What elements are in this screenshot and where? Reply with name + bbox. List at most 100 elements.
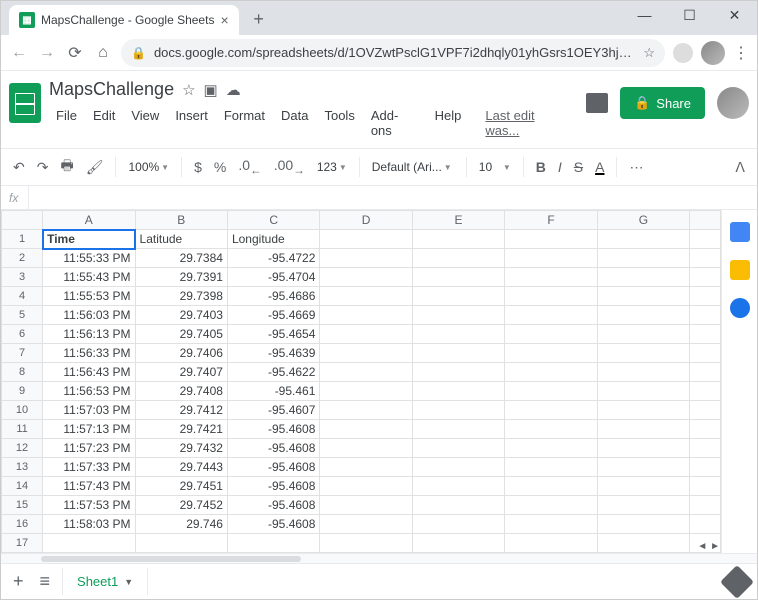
cell-empty[interactable] <box>505 420 597 439</box>
row-header-13[interactable]: 13 <box>2 458 43 477</box>
undo-button[interactable]: ↶ <box>9 155 29 180</box>
cell-empty[interactable] <box>412 496 504 515</box>
cell-C11[interactable]: -95.4608 <box>227 420 319 439</box>
cell-C9[interactable]: -95.461 <box>227 382 319 401</box>
new-tab-button[interactable]: + <box>245 5 273 33</box>
cell-empty[interactable] <box>690 230 721 249</box>
cell-empty[interactable] <box>320 420 412 439</box>
font-size-dropdown[interactable]: 10▼ <box>475 158 515 176</box>
add-sheet-button[interactable]: + <box>9 567 28 596</box>
cell-empty[interactable] <box>690 420 721 439</box>
forward-button[interactable]: → <box>37 44 57 62</box>
cell-empty[interactable] <box>320 439 412 458</box>
cell-empty[interactable] <box>412 325 504 344</box>
menu-addons[interactable]: Add-ons <box>364 104 426 142</box>
sheet-tab-sheet1[interactable]: Sheet1 ▼ <box>62 568 148 595</box>
row-header-1[interactable]: 1 <box>2 230 43 249</box>
cell-empty[interactable] <box>597 249 689 268</box>
cloud-status-icon[interactable]: ☁ <box>226 81 241 99</box>
menu-view[interactable]: View <box>124 104 166 142</box>
cell-C13[interactable]: -95.4608 <box>227 458 319 477</box>
cell-empty[interactable] <box>597 287 689 306</box>
extension-icon[interactable] <box>673 43 693 63</box>
cell-C14[interactable]: -95.4608 <box>227 477 319 496</box>
cell-empty[interactable] <box>597 306 689 325</box>
cell-C1[interactable]: Longitude <box>227 230 319 249</box>
cell-A11[interactable]: 11:57:13 PM <box>43 420 135 439</box>
cell-empty[interactable] <box>320 534 412 553</box>
last-edit-link[interactable]: Last edit was... <box>478 104 578 142</box>
window-close-button[interactable]: ✕ <box>712 1 757 29</box>
column-header-F[interactable]: F <box>505 211 597 230</box>
print-button[interactable]: 🖶 <box>56 151 77 183</box>
menu-format[interactable]: Format <box>217 104 272 142</box>
row-header-12[interactable]: 12 <box>2 439 43 458</box>
row-header-16[interactable]: 16 <box>2 515 43 534</box>
cell-empty[interactable] <box>505 249 597 268</box>
cell-empty[interactable] <box>320 268 412 287</box>
cell-empty[interactable] <box>412 534 504 553</box>
cell-empty[interactable] <box>597 230 689 249</box>
cell-empty[interactable] <box>597 382 689 401</box>
keep-sidepanel-icon[interactable] <box>730 260 750 280</box>
row-header-7[interactable]: 7 <box>2 344 43 363</box>
collapse-toolbar-button[interactable]: ᐱ <box>731 155 749 180</box>
cell-empty[interactable] <box>320 287 412 306</box>
cell-empty[interactable] <box>690 325 721 344</box>
all-sheets-button[interactable]: ≡ <box>36 567 55 596</box>
cell-C10[interactable]: -95.4607 <box>227 401 319 420</box>
cell-empty[interactable] <box>505 306 597 325</box>
cell-C8[interactable]: -95.4622 <box>227 363 319 382</box>
row-header-4[interactable]: 4 <box>2 287 43 306</box>
cell-empty[interactable] <box>597 363 689 382</box>
cell-C5[interactable]: -95.4669 <box>227 306 319 325</box>
cell-A6[interactable]: 11:56:13 PM <box>43 325 135 344</box>
cell-B9[interactable]: 29.7408 <box>135 382 227 401</box>
cell-empty[interactable] <box>690 382 721 401</box>
menu-insert[interactable]: Insert <box>168 104 215 142</box>
comments-icon[interactable] <box>586 93 608 113</box>
cell-C15[interactable]: -95.4608 <box>227 496 319 515</box>
column-header-end[interactable] <box>690 211 721 230</box>
cell-B11[interactable]: 29.7421 <box>135 420 227 439</box>
cell-A16[interactable]: 11:58:03 PM <box>43 515 135 534</box>
cell-B16[interactable]: 29.746 <box>135 515 227 534</box>
cell-empty[interactable] <box>412 287 504 306</box>
strikethrough-button[interactable]: S <box>570 155 587 179</box>
cell-C12[interactable]: -95.4608 <box>227 439 319 458</box>
row-header-10[interactable]: 10 <box>2 401 43 420</box>
cell-B14[interactable]: 29.7451 <box>135 477 227 496</box>
cell-empty[interactable] <box>505 458 597 477</box>
cell-empty[interactable] <box>320 363 412 382</box>
cell-empty[interactable] <box>505 344 597 363</box>
cell-empty[interactable] <box>320 458 412 477</box>
cell-empty[interactable] <box>690 401 721 420</box>
cell-B3[interactable]: 29.7391 <box>135 268 227 287</box>
cell-B4[interactable]: 29.7398 <box>135 287 227 306</box>
cell-A4[interactable]: 11:55:53 PM <box>43 287 135 306</box>
window-minimize-button[interactable]: — <box>622 1 667 29</box>
cell-empty[interactable] <box>320 344 412 363</box>
column-header-B[interactable]: B <box>135 211 227 230</box>
cell-B2[interactable]: 29.7384 <box>135 249 227 268</box>
cell-empty[interactable] <box>505 287 597 306</box>
format-currency-button[interactable]: $ <box>190 155 206 179</box>
cell-A9[interactable]: 11:56:53 PM <box>43 382 135 401</box>
row-header-15[interactable]: 15 <box>2 496 43 515</box>
cell-B10[interactable]: 29.7412 <box>135 401 227 420</box>
cell-empty[interactable] <box>690 287 721 306</box>
row-header-2[interactable]: 2 <box>2 249 43 268</box>
cell-A2[interactable]: 11:55:33 PM <box>43 249 135 268</box>
cell-B5[interactable]: 29.7403 <box>135 306 227 325</box>
cell-empty[interactable] <box>597 344 689 363</box>
cell-empty[interactable] <box>597 534 689 553</box>
cell-B1[interactable]: Latitude <box>135 230 227 249</box>
column-header-G[interactable]: G <box>597 211 689 230</box>
cell-C4[interactable]: -95.4686 <box>227 287 319 306</box>
cell-empty[interactable] <box>690 306 721 325</box>
increase-decimal-button[interactable]: .00→ <box>270 153 309 181</box>
cell-empty[interactable] <box>320 496 412 515</box>
text-color-button[interactable]: A <box>591 155 608 179</box>
zoom-dropdown[interactable]: 100%▼ <box>124 158 173 176</box>
cell-empty[interactable] <box>690 496 721 515</box>
